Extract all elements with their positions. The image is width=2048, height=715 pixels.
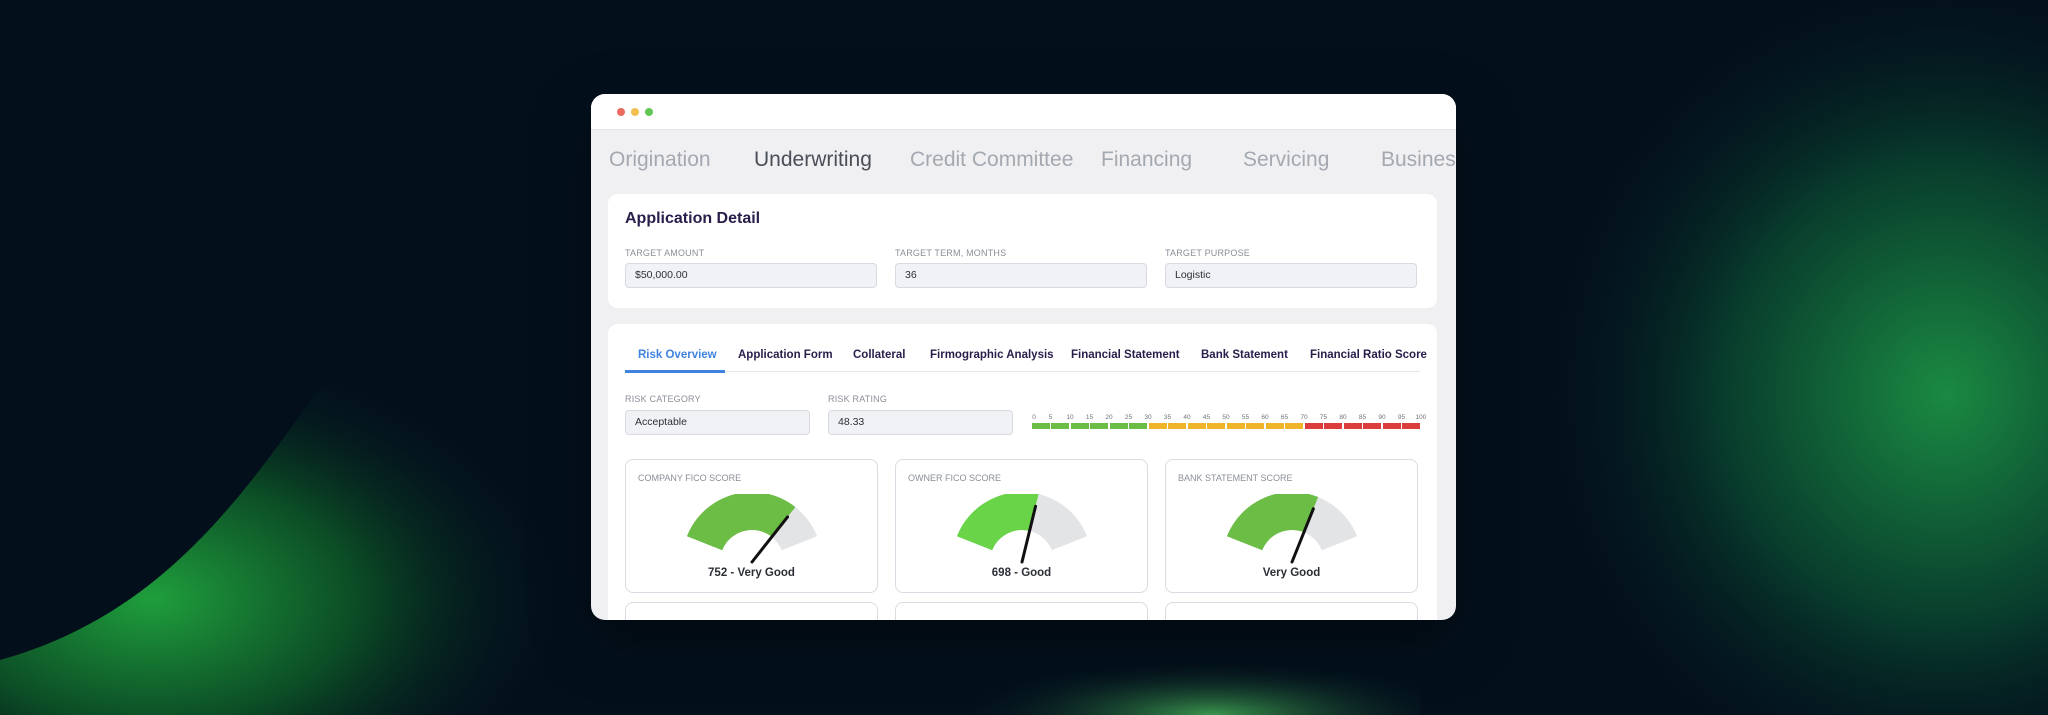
- gauge-label: OWNER FICO SCORE: [908, 473, 1002, 483]
- risk-scale-segment: [1031, 423, 1050, 429]
- maximize-window-dot[interactable]: [645, 108, 653, 116]
- close-window-dot[interactable]: [617, 108, 625, 116]
- tab-application-form[interactable]: Application Form: [738, 349, 833, 361]
- next-score-card: [1165, 602, 1418, 620]
- risk-scale-tick: 95: [1397, 414, 1406, 421]
- risk-category-field[interactable]: Acceptable: [625, 410, 810, 435]
- risk-scale-tick: 25: [1124, 414, 1133, 421]
- risk-scale-segment: [1343, 423, 1362, 429]
- app-window: Origination Underwriting Credit Committe…: [591, 94, 1456, 620]
- risk-scale-tick: 100: [1415, 414, 1427, 421]
- risk-scale-segment: [1148, 423, 1167, 429]
- risk-scale-segment: [1129, 423, 1147, 429]
- risk-scale-tick: 65: [1280, 414, 1289, 421]
- risk-scale-tick: 90: [1378, 414, 1386, 421]
- risk-panel-card: Risk Overview Application Form Collatera…: [608, 324, 1437, 620]
- tab-firmographic-analysis[interactable]: Firmographic Analysis: [930, 349, 1054, 361]
- risk-scale-tick: 35: [1163, 414, 1172, 421]
- risk-scale-segment: [1226, 423, 1245, 429]
- risk-scale-tick: 30: [1144, 414, 1152, 421]
- gauge-label: BANK STATEMENT SCORE: [1178, 473, 1293, 483]
- gauge-value: 698 - Good: [991, 567, 1052, 579]
- tab-bank-statement[interactable]: Bank Statement: [1201, 349, 1288, 361]
- tab-risk-overview[interactable]: Risk Overview: [638, 349, 717, 361]
- risk-scale-tick: 85: [1358, 414, 1367, 421]
- company-fico-gauge: [686, 494, 818, 564]
- risk-scale-tick: 40: [1183, 414, 1191, 421]
- stage-servicing[interactable]: Servicing: [1243, 148, 1329, 172]
- risk-scale-tick: 15: [1085, 414, 1094, 421]
- risk-scale-segment: [1051, 423, 1069, 429]
- owner-fico-gauge: [956, 494, 1088, 564]
- next-score-card: [895, 602, 1148, 620]
- tab-financial-ratio-score[interactable]: Financial Ratio Score: [1310, 349, 1427, 361]
- target-term-label: TARGET TERM, MONTHS: [895, 248, 1007, 258]
- bank-statement-gauge: [1226, 494, 1358, 564]
- stage-financing[interactable]: Financing: [1101, 148, 1192, 172]
- risk-scale-segment: [1207, 423, 1225, 429]
- risk-scale-segment: [1070, 423, 1089, 429]
- application-detail-title: Application Detail: [625, 210, 761, 227]
- risk-category-label: RISK CATEGORY: [625, 394, 701, 404]
- risk-scale-tick: 80: [1339, 414, 1347, 421]
- risk-scale-segment: [1265, 423, 1284, 429]
- risk-scale-segment: [1363, 423, 1381, 429]
- risk-scale-segment: [1304, 423, 1323, 429]
- tabs-divider: [625, 371, 1420, 372]
- next-score-card: [625, 602, 878, 620]
- bank-statement-score-card: BANK STATEMENT SCORE Very Good: [1165, 459, 1418, 593]
- target-purpose-field[interactable]: Logistic: [1165, 263, 1417, 288]
- risk-rating-scale: 0 5 10 15 20 25 30 35 40 45 50 55 60 65 70 75 80 85 90 95 10…: [1031, 414, 1426, 429]
- risk-scale-segment: [1168, 423, 1186, 429]
- risk-scale-tick: 10: [1066, 414, 1074, 421]
- risk-scale-segment: [1324, 423, 1342, 429]
- minimize-window-dot[interactable]: [631, 108, 639, 116]
- target-purpose-label: TARGET PURPOSE: [1165, 248, 1250, 258]
- target-amount-field[interactable]: $50,000.00: [625, 263, 877, 288]
- tab-collateral[interactable]: Collateral: [853, 349, 905, 361]
- window-titlebar: [591, 94, 1456, 130]
- risk-rating-label: RISK RATING: [828, 394, 888, 404]
- gauge-value: 752 - Very Good: [708, 567, 795, 579]
- risk-scale-tick: 55: [1241, 414, 1250, 421]
- risk-scale-segment: [1187, 423, 1206, 429]
- risk-scale-segment: [1090, 423, 1108, 429]
- risk-scale-tick: 0: [1032, 414, 1036, 421]
- risk-scale-tick: 45: [1202, 414, 1211, 421]
- application-detail-card: Application Detail TARGET AMOUNT $50,000…: [608, 194, 1437, 308]
- risk-scale-segment: [1246, 423, 1264, 429]
- stage-business[interactable]: Busines: [1381, 148, 1456, 172]
- risk-scale-tick: 5: [1048, 414, 1053, 421]
- company-fico-score-card: COMPANY FICO SCORE 752 - Very Good: [625, 459, 878, 593]
- gauge-label: COMPANY FICO SCORE: [638, 473, 742, 483]
- target-term-field[interactable]: 36: [895, 263, 1147, 288]
- risk-scale-tick: 60: [1261, 414, 1269, 421]
- tab-financial-statement[interactable]: Financial Statement: [1071, 349, 1180, 361]
- risk-scale-segment: [1109, 423, 1128, 429]
- stage-credit-committee[interactable]: Credit Committee: [910, 148, 1073, 172]
- risk-scale-segment: [1285, 423, 1303, 429]
- target-amount-label: TARGET AMOUNT: [625, 248, 705, 258]
- active-tab-indicator: [625, 370, 725, 373]
- risk-scale-segment: [1402, 423, 1420, 429]
- risk-scale-segment: [1382, 423, 1401, 429]
- risk-rating-field[interactable]: 48.33: [828, 410, 1013, 435]
- stage-underwriting[interactable]: Underwriting: [754, 148, 872, 172]
- gauge-fill: [1226, 494, 1319, 551]
- risk-scale-tick: 50: [1222, 414, 1230, 421]
- owner-fico-score-card: OWNER FICO SCORE 698 - Good: [895, 459, 1148, 593]
- risk-scale-tick: 20: [1105, 414, 1113, 421]
- risk-scale-tick: 75: [1319, 414, 1328, 421]
- stage-origination[interactable]: Origination: [609, 148, 711, 172]
- gauge-value: Very Good: [1262, 567, 1321, 579]
- risk-scale-tick: 70: [1300, 414, 1308, 421]
